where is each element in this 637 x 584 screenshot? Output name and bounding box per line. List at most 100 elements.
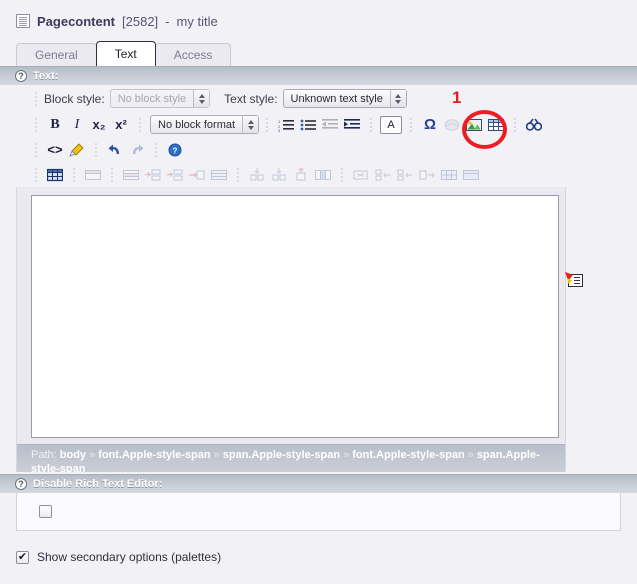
element-path-bar: Path: body» font.Apple-style-span» span.Ap…: [17, 444, 565, 472]
tab-access[interactable]: Access: [154, 43, 232, 66]
path-separator: »: [467, 449, 474, 461]
table-properties-icon[interactable]: [83, 165, 103, 185]
insert-row-before-icon[interactable]: [143, 165, 163, 185]
link-icon[interactable]: [442, 115, 462, 135]
rte-editor-panel: Path: body» font.Apple-style-span» span.Ap…: [16, 187, 566, 472]
page-title: Pagecontent: [37, 13, 116, 29]
find-replace-icon[interactable]: [524, 115, 544, 135]
indent-icon[interactable]: [342, 115, 362, 135]
section-header-disable-rte: ? Disable Rich Text Editor:: [0, 474, 637, 493]
page-id: [2582]: [122, 13, 159, 29]
insert-row-after-icon[interactable]: [165, 165, 185, 185]
subscript-button[interactable]: x₂: [89, 115, 109, 135]
path-label: Path:: [31, 449, 57, 461]
text-style-label: Text style:: [224, 91, 278, 106]
superscript-button[interactable]: x²: [111, 115, 131, 135]
path-segment[interactable]: span.Apple-style-span: [223, 449, 340, 461]
annotation-circle-table-button: [462, 110, 507, 149]
tab-bar: General Text Access: [16, 41, 637, 66]
disable-rte-checkbox[interactable]: [39, 505, 52, 518]
table-toolbar-row: [16, 162, 566, 187]
block-style-value: No block style: [117, 92, 187, 105]
toolbar-divider: [73, 167, 75, 182]
toolbar-divider: [514, 117, 517, 132]
style-row: Block style: No block style Text style: …: [16, 85, 566, 112]
rich-text-editor-body[interactable]: [31, 195, 559, 438]
annotation-number-1: 1: [452, 88, 462, 107]
text-color-label: A: [380, 115, 403, 134]
show-secondary-options-label: Show secondary options (palettes): [37, 550, 222, 564]
insert-table-icon[interactable]: [45, 165, 65, 185]
show-secondary-options-checkbox[interactable]: ✔: [16, 550, 29, 564]
path-separator: »: [343, 449, 350, 461]
chevron-updown-icon: [193, 90, 210, 107]
chevron-updown-icon: [242, 116, 259, 133]
page-subtitle: my title: [176, 13, 218, 29]
path-segment[interactable]: body: [60, 449, 86, 461]
path-separator: »: [89, 449, 96, 461]
section-title-text: Text:: [33, 70, 59, 82]
disable-rte-panel: [16, 493, 621, 531]
undo-icon[interactable]: [105, 140, 125, 160]
tab-general[interactable]: General: [16, 43, 97, 66]
secondary-options-row[interactable]: ✔ Show secondary options (palettes): [16, 550, 637, 564]
toolbar-divider: [35, 91, 37, 106]
toolbar-divider: [237, 167, 239, 182]
svg-text:3: 3: [278, 128, 281, 132]
clean-format-icon[interactable]: [67, 140, 87, 160]
toolbar-divider: [266, 117, 269, 132]
pinned-note-icon[interactable]: [565, 272, 583, 288]
toolbar-divider: [111, 167, 113, 182]
section-title-disable-rte: Disable Rich Text Editor:: [33, 478, 163, 490]
toolbar-divider: [95, 142, 97, 157]
block-format-value: No block format: [158, 118, 236, 131]
bold-button[interactable]: B: [45, 115, 65, 135]
editor-background: [17, 187, 565, 438]
delete-row-icon[interactable]: [187, 165, 207, 185]
text-style-value: Unknown text style: [290, 92, 383, 105]
chevron-updown-icon: [389, 90, 406, 107]
text-color-button[interactable]: A: [380, 115, 403, 135]
cell-properties-icon[interactable]: [291, 165, 311, 185]
help-icon[interactable]: ?: [15, 478, 27, 490]
path-segment[interactable]: font.Apple-style-span: [98, 449, 210, 461]
page-title-bar: Pagecontent [2582] - my title: [0, 0, 637, 32]
delete-table-icon[interactable]: [351, 165, 371, 185]
insert-column-after-icon[interactable]: [395, 165, 415, 185]
path-segment[interactable]: font.Apple-style-span: [352, 449, 464, 461]
redo-icon[interactable]: [127, 140, 147, 160]
unordered-list-icon[interactable]: [298, 115, 318, 135]
block-style-label: Block style:: [44, 91, 105, 106]
block-style-select[interactable]: No block style: [109, 89, 211, 108]
toolbar-divider: [410, 117, 413, 132]
section-header-text: ? Text:: [0, 66, 637, 85]
row-properties-icon[interactable]: [121, 165, 141, 185]
split-cell-horizontal-icon[interactable]: [269, 165, 289, 185]
help-icon[interactable]: ?: [15, 70, 27, 82]
block-format-select[interactable]: No block format: [150, 115, 260, 134]
toolbar-divider: [370, 117, 373, 132]
toolbar-divider: [139, 117, 141, 132]
delete-column-icon[interactable]: [417, 165, 437, 185]
table-fill-icon[interactable]: [461, 165, 481, 185]
split-cell-vertical-icon[interactable]: [247, 165, 267, 185]
table-grid-icon[interactable]: [439, 165, 459, 185]
italic-button[interactable]: I: [67, 115, 87, 135]
svg-text:?: ?: [173, 146, 178, 155]
toolbar-divider: [35, 117, 37, 132]
toolbar-divider: [35, 167, 37, 182]
help-icon[interactable]: ?: [165, 140, 185, 160]
column-properties-icon[interactable]: [313, 165, 333, 185]
merge-cells-icon[interactable]: [209, 165, 229, 185]
tab-text[interactable]: Text: [95, 41, 156, 66]
ordered-list-icon[interactable]: 1 2 3: [276, 115, 296, 135]
toolbar-divider: [155, 142, 157, 157]
page-document-icon: [16, 14, 30, 28]
toolbar-divider: [35, 142, 37, 157]
source-code-icon[interactable]: <>: [45, 140, 65, 160]
toolbar-divider: [341, 167, 343, 182]
text-style-select[interactable]: Unknown text style: [282, 89, 407, 108]
special-char-icon[interactable]: Ω: [420, 115, 440, 135]
insert-column-before-icon[interactable]: [373, 165, 393, 185]
outdent-icon[interactable]: [320, 115, 340, 135]
